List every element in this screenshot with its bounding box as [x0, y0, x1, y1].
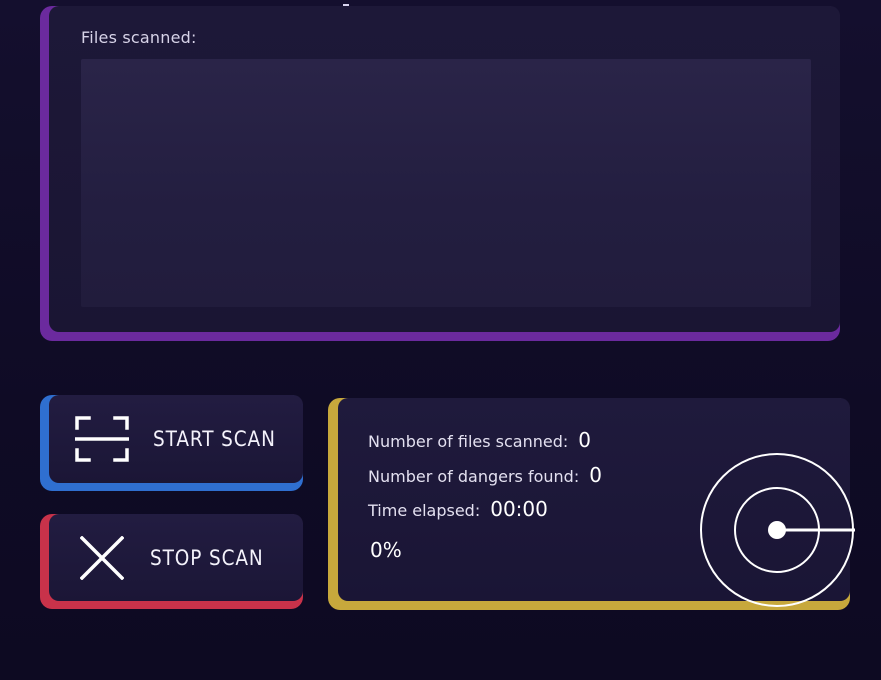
- time-elapsed-label: Time elapsed:: [368, 501, 481, 520]
- time-elapsed-stat: Time elapsed: 00:00: [368, 497, 548, 521]
- files-scanned-count-label: Number of files scanned:: [368, 432, 569, 451]
- scan-frame-icon: [75, 416, 129, 462]
- stop-scan-label: STOP SCAN: [150, 545, 264, 570]
- scanner-app: Files scanned: START SCAN STOP SCAN Numb…: [0, 0, 881, 680]
- start-scan-label: START SCAN: [153, 427, 276, 451]
- scan-progress-percent: 0%: [370, 538, 402, 562]
- files-scanned-panel-body: Files scanned:: [49, 6, 840, 332]
- dangers-found-value: 0: [589, 463, 602, 487]
- files-scanned-label: Files scanned:: [81, 28, 197, 47]
- start-scan-button[interactable]: START SCAN: [40, 395, 303, 491]
- files-scanned-panel: Files scanned:: [40, 6, 840, 341]
- dangers-found-label: Number of dangers found:: [368, 467, 580, 486]
- dangers-found-stat: Number of dangers found: 0: [368, 463, 602, 487]
- files-scanned-stat: Number of files scanned: 0: [368, 428, 591, 452]
- radar-icon: [700, 453, 855, 607]
- files-scanned-list[interactable]: [81, 59, 811, 307]
- start-scan-button-body[interactable]: START SCAN: [49, 395, 303, 483]
- stop-scan-button-body[interactable]: STOP SCAN: [49, 514, 303, 601]
- time-elapsed-value: 00:00: [490, 497, 548, 521]
- stop-scan-button[interactable]: STOP SCAN: [40, 514, 303, 609]
- close-x-icon: [80, 535, 124, 580]
- files-scanned-count-value: 0: [578, 428, 591, 452]
